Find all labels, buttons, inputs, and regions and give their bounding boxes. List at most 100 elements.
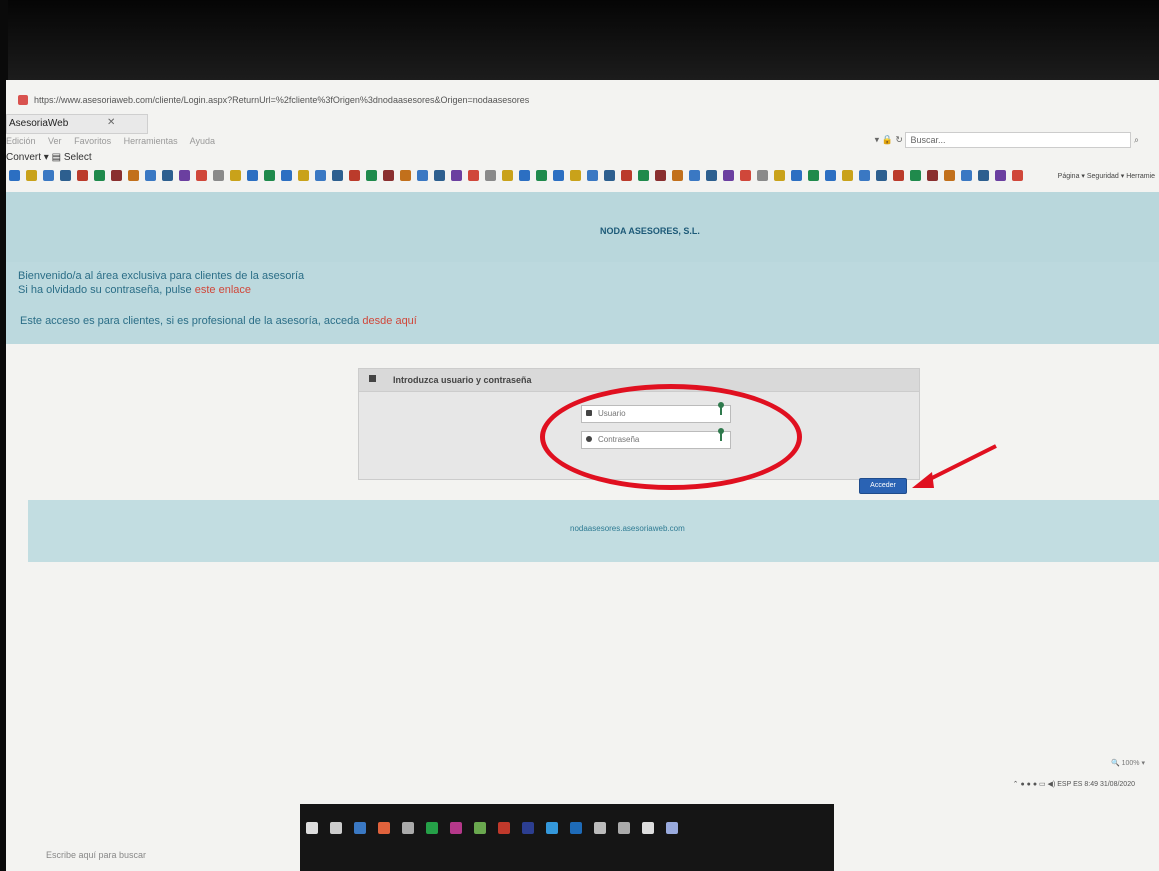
taskbar-app-icon[interactable] — [402, 822, 414, 834]
address-url[interactable]: https://www.asesoriaweb.com/cliente/Logi… — [34, 95, 529, 105]
menu-ayuda[interactable]: Ayuda — [190, 136, 215, 146]
footer-link[interactable]: nodaasesores.asesoriaweb.com — [570, 524, 685, 533]
toolbar-favorite-icon[interactable] — [570, 170, 581, 181]
toolbar-favorite-icon[interactable] — [451, 170, 462, 181]
taskbar-app-icon[interactable] — [450, 822, 462, 834]
search-icon[interactable]: ⌕ — [1134, 134, 1139, 144]
toolbar-favorite-icon[interactable] — [264, 170, 275, 181]
taskbar-app-icon[interactable] — [594, 822, 606, 834]
taskbar-app-icon[interactable] — [426, 822, 438, 834]
toolbar-favorite-icon[interactable] — [128, 170, 139, 181]
toolbar-favorite-icon[interactable] — [655, 170, 666, 181]
toolbar-favorite-icon[interactable] — [553, 170, 564, 181]
toolbar-favorite-icon[interactable] — [723, 170, 734, 181]
toolbar-favorite-icon[interactable] — [638, 170, 649, 181]
dropdown-arrow-icon[interactable]: ▾ — [44, 152, 52, 163]
toolbar-favorite-icon[interactable] — [179, 170, 190, 181]
convert-button[interactable]: Convert — [6, 152, 41, 163]
taskbar-app-icon[interactable] — [570, 822, 582, 834]
toolbar-favorite-icon[interactable] — [247, 170, 258, 181]
toolbar-favorite-icon[interactable] — [944, 170, 955, 181]
taskbar-app-icon[interactable] — [642, 822, 654, 834]
toolbar-favorite-icon[interactable] — [604, 170, 615, 181]
toolbar-favorite-icon[interactable] — [315, 170, 326, 181]
menu-seguridad[interactable]: Seguridad — [1087, 173, 1119, 180]
taskbar-app-icon[interactable] — [306, 822, 318, 834]
toolbar-favorite-icon[interactable] — [145, 170, 156, 181]
toolbar-favorite-icon[interactable] — [672, 170, 683, 181]
toolbar-favorite-icon[interactable] — [978, 170, 989, 181]
taskbar-app-icon[interactable] — [618, 822, 630, 834]
taskbar-search[interactable]: Escribe aquí para buscar — [46, 850, 146, 860]
toolbar-favorite-icon[interactable] — [825, 170, 836, 181]
toolbar-favorite-icon[interactable] — [332, 170, 343, 181]
toolbar-favorite-icon[interactable] — [774, 170, 785, 181]
zoom-level[interactable]: 🔍 100% ▾ — [1111, 759, 1145, 767]
toolbar-favorite-icon[interactable] — [536, 170, 547, 181]
tray-icons[interactable]: ⌃ ● ● ● ▭ ◀) — [1013, 781, 1056, 788]
toolbar-favorite-icon[interactable] — [689, 170, 700, 181]
toolbar-favorite-icon[interactable] — [417, 170, 428, 181]
toolbar-favorite-icon[interactable] — [43, 170, 54, 181]
taskbar-app-icon[interactable] — [378, 822, 390, 834]
toolbar-favorite-icon[interactable] — [842, 170, 853, 181]
toolbar-favorite-icon[interactable] — [400, 170, 411, 181]
toolbar-favorite-icon[interactable] — [927, 170, 938, 181]
toolbar-favorite-icon[interactable] — [706, 170, 717, 181]
submit-button[interactable]: Acceder — [859, 478, 907, 494]
toolbar-favorite-icon[interactable] — [366, 170, 377, 181]
toolbar-favorite-icon[interactable] — [502, 170, 513, 181]
menu-herramientas-cmd[interactable]: Herramie — [1126, 173, 1155, 180]
taskbar-app-icon[interactable] — [498, 822, 510, 834]
toolbar-favorite-icon[interactable] — [196, 170, 207, 181]
browser-search[interactable]: ▾ 🔒 ↻ Buscar... ⌕ — [875, 132, 1139, 148]
toolbar-favorite-icon[interactable] — [349, 170, 360, 181]
refresh-icon[interactable]: ▾ 🔒 ↻ — [875, 134, 903, 144]
menu-herramientas[interactable]: Herramientas — [124, 136, 178, 146]
toolbar-favorite-icon[interactable] — [757, 170, 768, 181]
clock-time[interactable]: 8:49 — [1084, 781, 1098, 788]
toolbar-favorite-icon[interactable] — [740, 170, 751, 181]
menu-edicion[interactable]: Edición — [6, 136, 36, 146]
menu-favoritos[interactable]: Favoritos — [74, 136, 111, 146]
forgot-password-link[interactable]: este enlace — [195, 284, 251, 296]
toolbar-favorite-icon[interactable] — [876, 170, 887, 181]
taskbar-app-icon[interactable] — [474, 822, 486, 834]
taskbar-app-icon[interactable] — [546, 822, 558, 834]
toolbar-favorite-icon[interactable] — [77, 170, 88, 181]
toolbar-favorite-icon[interactable] — [434, 170, 445, 181]
toolbar-favorite-icon[interactable] — [859, 170, 870, 181]
toolbar-favorite-icon[interactable] — [162, 170, 173, 181]
toolbar-favorite-icon[interactable] — [910, 170, 921, 181]
close-tab-icon[interactable]: ✕ — [107, 117, 115, 128]
toolbar-favorite-icon[interactable] — [111, 170, 122, 181]
address-bar[interactable]: https://www.asesoriaweb.com/cliente/Logi… — [6, 90, 1159, 112]
taskbar-app-icon[interactable] — [522, 822, 534, 834]
toolbar-favorite-icon[interactable] — [995, 170, 1006, 181]
toolbar-favorite-icon[interactable] — [485, 170, 496, 181]
toolbar-favorite-icon[interactable] — [230, 170, 241, 181]
toolbar-favorite-icon[interactable] — [60, 170, 71, 181]
clock-date[interactable]: 31/08/2020 — [1100, 781, 1135, 788]
toolbar-favorite-icon[interactable] — [213, 170, 224, 181]
toolbar-favorite-icon[interactable] — [9, 170, 20, 181]
toolbar-favorite-icon[interactable] — [1012, 170, 1023, 181]
menu-pagina[interactable]: Página — [1058, 173, 1080, 180]
toolbar-favorite-icon[interactable] — [961, 170, 972, 181]
toolbar-favorite-icon[interactable] — [94, 170, 105, 181]
toolbar-favorite-icon[interactable] — [519, 170, 530, 181]
toolbar-favorite-icon[interactable] — [791, 170, 802, 181]
menu-ver[interactable]: Ver — [48, 136, 62, 146]
taskbar-app-icon[interactable] — [354, 822, 366, 834]
toolbar-favorite-icon[interactable] — [587, 170, 598, 181]
toolbar-favorite-icon[interactable] — [281, 170, 292, 181]
browser-search-input[interactable]: Buscar... — [905, 132, 1132, 148]
toolbar-favorite-icon[interactable] — [893, 170, 904, 181]
browser-tab[interactable]: AsesoriaWeb ✕ — [6, 114, 148, 134]
language-indicator[interactable]: ESP — [1057, 781, 1071, 788]
taskbar-app-icon[interactable] — [330, 822, 342, 834]
toolbar-favorite-icon[interactable] — [298, 170, 309, 181]
toolbar-favorite-icon[interactable] — [621, 170, 632, 181]
toolbar-favorite-icon[interactable] — [808, 170, 819, 181]
select-button[interactable]: Select — [64, 152, 92, 163]
